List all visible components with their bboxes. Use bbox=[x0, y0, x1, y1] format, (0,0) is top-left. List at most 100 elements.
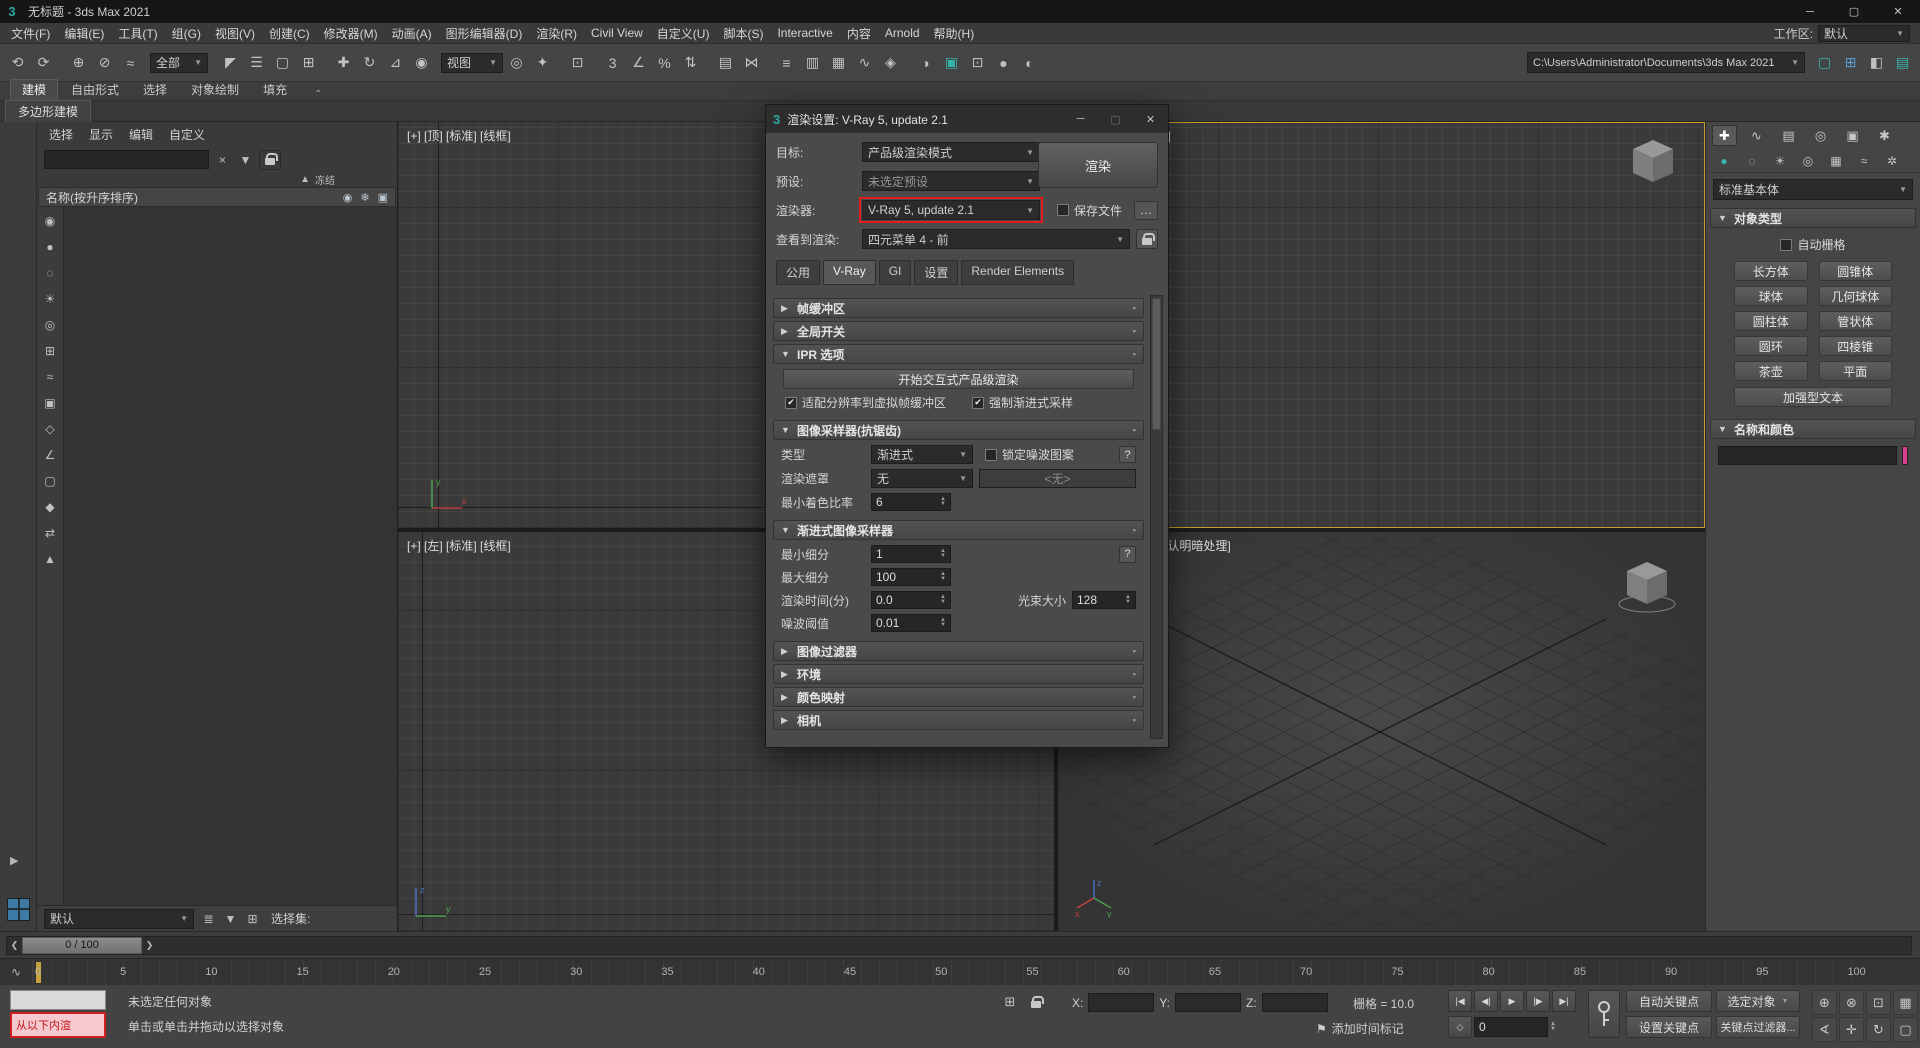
close-button[interactable]: ✕ bbox=[1876, 0, 1920, 23]
panel-tool-icon-3[interactable]: ◧ bbox=[1864, 50, 1889, 75]
explorer-search-input[interactable] bbox=[44, 150, 209, 169]
object-type-rollout[interactable]: 对象类型 bbox=[1710, 208, 1916, 228]
select-by-name-icon[interactable]: ☰ bbox=[244, 50, 269, 75]
primitive-button[interactable]: 球体 bbox=[1734, 286, 1808, 306]
start-interactive-render-button[interactable]: 开始交互式产品级渲染 bbox=[783, 369, 1134, 389]
pick-parent-icon[interactable]: ▲ bbox=[41, 550, 59, 568]
previous-frame-icon[interactable]: ◀| bbox=[1474, 990, 1498, 1012]
ribbon-tab[interactable]: 自由形式 bbox=[60, 80, 130, 100]
selection-region-icon[interactable]: ▢ bbox=[270, 50, 295, 75]
rendered-frame-window-icon[interactable]: ⊡ bbox=[965, 50, 990, 75]
lock-noise-pattern-checkbox[interactable]: 锁定噪波图案 bbox=[985, 446, 1074, 463]
play-icon[interactable]: ▶ bbox=[1500, 990, 1524, 1012]
material-editor-icon[interactable]: ◑ bbox=[913, 50, 938, 75]
sync-selection-icon[interactable]: ⇄ bbox=[41, 524, 59, 542]
menu-item[interactable]: 创建(C) bbox=[262, 25, 317, 42]
isolate-selection-icon[interactable]: ⊞ bbox=[1000, 992, 1020, 1012]
panel-tool-icon-2[interactable]: ⊞ bbox=[1838, 50, 1863, 75]
menu-item[interactable]: 帮助(H) bbox=[927, 25, 982, 42]
scrollbar-thumb[interactable] bbox=[1152, 298, 1161, 430]
primitive-button[interactable]: 四棱锥 bbox=[1818, 336, 1892, 356]
display-influences-icon[interactable]: ◉ bbox=[41, 212, 59, 230]
reference-coordinate-dropdown[interactable]: 视图 bbox=[441, 52, 503, 73]
spinner-arrows-icon[interactable]: ▲ ▼ bbox=[940, 496, 946, 507]
unlink-selection-icon[interactable]: ⊘ bbox=[92, 50, 117, 75]
minimize-button[interactable]: ─ bbox=[1788, 0, 1832, 23]
explorer-menu-item[interactable]: 自定义 bbox=[169, 126, 205, 143]
display-shapes-icon[interactable]: ◌ bbox=[41, 264, 59, 282]
menu-item[interactable]: Civil View bbox=[584, 26, 650, 40]
display-helpers-icon[interactable]: ⊞ bbox=[41, 342, 59, 360]
spinner-arrows-icon[interactable]: ▲ ▼ bbox=[1550, 1021, 1556, 1032]
select-and-scale-icon[interactable]: ⊿ bbox=[383, 50, 408, 75]
viewcube[interactable] bbox=[1615, 554, 1679, 618]
color-mapping-rollout[interactable]: 颜色映射 bbox=[773, 687, 1144, 707]
key-filters-button[interactable]: 关键点过滤器... bbox=[1716, 1016, 1800, 1038]
go-to-start-icon[interactable]: |◀ bbox=[1448, 990, 1472, 1012]
workspace-dropdown[interactable]: 默认 bbox=[1818, 25, 1910, 42]
field-of-view-icon[interactable]: ∢ bbox=[1812, 1017, 1837, 1042]
menu-item[interactable]: 视图(V) bbox=[208, 25, 262, 42]
display-groups-icon[interactable]: ▣ bbox=[41, 394, 59, 412]
next-frame-icon[interactable]: |▶ bbox=[1526, 990, 1550, 1012]
ipr-options-rollout[interactable]: IPR 选项 bbox=[773, 344, 1144, 364]
menu-item[interactable]: 动画(A) bbox=[385, 25, 439, 42]
spinner-arrows-icon[interactable]: ▲ ▼ bbox=[940, 617, 946, 628]
settings-tab[interactable]: 公用 bbox=[776, 260, 821, 285]
explorer-menu-item[interactable]: 选择 bbox=[49, 126, 73, 143]
settings-tab[interactable]: V-Ray bbox=[823, 260, 876, 285]
force-progressive-checkbox[interactable]: ✔ 强制渐进式采样 bbox=[972, 394, 1073, 411]
macro-recorder-line[interactable]: 从以下内渲 bbox=[10, 1012, 106, 1038]
add-time-tag[interactable]: ⚑ 添加时间标记 bbox=[1316, 1020, 1404, 1037]
dialog-titlebar[interactable]: 3 渲染设置: V-Ray 5, update 2.1 ─ ▢ ✕ bbox=[766, 105, 1168, 133]
primitive-category-dropdown[interactable]: 标准基本体 bbox=[1713, 179, 1913, 200]
ray-bundle-field[interactable]: 128 ▲ ▼ bbox=[1072, 591, 1136, 609]
helpers-category-icon[interactable]: ▦ bbox=[1826, 152, 1846, 170]
menu-item[interactable]: Arnold bbox=[878, 26, 927, 40]
schematic-view-icon[interactable]: ◈ bbox=[878, 50, 903, 75]
menu-item[interactable]: 渲染(R) bbox=[529, 25, 584, 42]
ribbon-tab[interactable]: 建模 bbox=[10, 79, 59, 100]
primitive-button[interactable]: 管状体 bbox=[1818, 311, 1892, 331]
render-setup-icon[interactable]: ▣ bbox=[939, 50, 964, 75]
panel-tool-icon-1[interactable]: ▢ bbox=[1812, 50, 1837, 75]
spinner-arrows-icon[interactable]: ▲ ▼ bbox=[1125, 594, 1131, 605]
zoom-all-icon[interactable]: ⊗ bbox=[1839, 990, 1864, 1015]
name-color-rollout[interactable]: 名称和颜色 bbox=[1710, 419, 1916, 439]
use-pivot-center-icon[interactable]: ◎ bbox=[504, 50, 529, 75]
view-to-render-dropdown[interactable]: 四元菜单 4 - 前 bbox=[862, 229, 1130, 249]
z-coordinate-field[interactable] bbox=[1261, 993, 1328, 1012]
expand-arrow-icon[interactable]: ▶ bbox=[10, 854, 18, 867]
preset-dropdown[interactable]: 未选定预设 bbox=[862, 171, 1040, 191]
lock-view-button[interactable] bbox=[1136, 229, 1158, 249]
select-and-place-icon[interactable]: ◉ bbox=[409, 50, 434, 75]
menu-item[interactable]: 编辑(E) bbox=[57, 25, 111, 42]
camera-rollout[interactable]: 相机 bbox=[773, 710, 1144, 730]
viewport-left-label[interactable]: [+] [左] [标准] [线框] bbox=[407, 537, 511, 554]
current-frame-field[interactable] bbox=[1474, 1017, 1548, 1037]
primitive-button[interactable]: 圆柱体 bbox=[1734, 311, 1808, 331]
render-mask-dropdown[interactable]: 无 bbox=[871, 469, 973, 488]
percent-snap-icon[interactable]: % bbox=[652, 50, 677, 75]
display-bones-icon[interactable]: ∠ bbox=[41, 446, 59, 464]
explorer-preset-dropdown[interactable]: 默认 bbox=[44, 908, 194, 929]
maxscript-listener-line[interactable] bbox=[10, 990, 106, 1010]
help-button[interactable]: ? bbox=[1119, 446, 1136, 463]
autogrid-checkbox[interactable]: 自动栅格 bbox=[1780, 236, 1846, 253]
select-object-icon[interactable]: ◤ bbox=[218, 50, 243, 75]
display-xrefs-icon[interactable]: ◇ bbox=[41, 420, 59, 438]
key-mode-toggle-icon[interactable]: ◇ bbox=[1448, 1016, 1472, 1038]
select-and-rotate-icon[interactable]: ↻ bbox=[357, 50, 382, 75]
menu-item[interactable]: 组(G) bbox=[165, 25, 208, 42]
modify-tab-icon[interactable]: ∿ bbox=[1744, 125, 1769, 146]
time-slider-handle[interactable]: 0 / 100 bbox=[22, 936, 142, 954]
clear-search-icon[interactable]: × bbox=[213, 150, 232, 169]
explorer-menu-item[interactable]: 编辑 bbox=[129, 126, 153, 143]
window-titlebar[interactable]: 3 无标题 - 3ds Max 2021 ─ ▢ ✕ bbox=[0, 0, 1920, 23]
dialog-maximize-button[interactable]: ▢ bbox=[1098, 105, 1133, 133]
explorer-grid-icon[interactable]: ⊞ bbox=[243, 909, 262, 928]
display-space-warps-icon[interactable]: ≈ bbox=[41, 368, 59, 386]
panel-tool-icon-4[interactable]: ▤ bbox=[1890, 50, 1915, 75]
ribbon-tab[interactable]: 选择 bbox=[132, 80, 178, 100]
systems-category-icon[interactable]: ✲ bbox=[1882, 152, 1902, 170]
